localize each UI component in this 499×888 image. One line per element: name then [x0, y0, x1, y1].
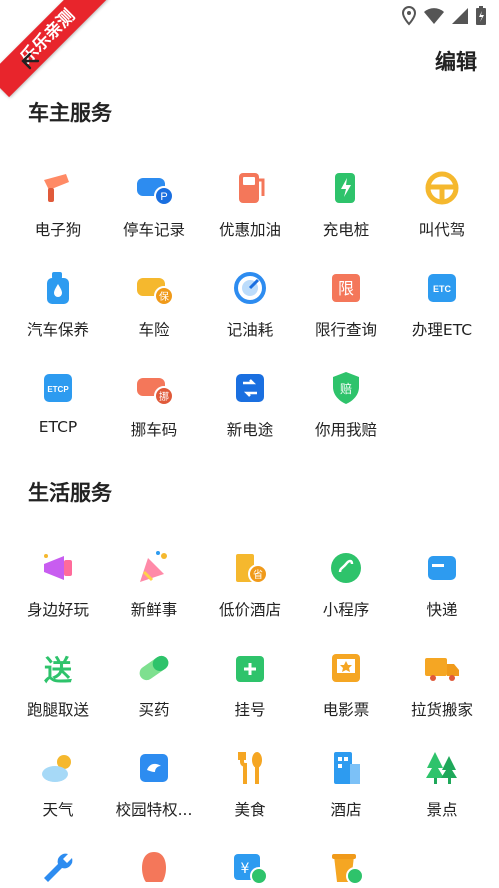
service-item[interactable]: 挂号: [202, 648, 298, 720]
service-item[interactable]: 充电桩: [298, 168, 394, 240]
pill-icon: [139, 655, 169, 681]
speed-camera-icon: [44, 174, 69, 202]
service-item[interactable]: 送 跑腿取送: [10, 648, 106, 720]
service-item[interactable]: 记油耗: [202, 268, 298, 340]
mini-program-icon: [331, 553, 361, 583]
campus-icon: [140, 754, 168, 782]
section-title-life-services: 生活服务: [28, 481, 112, 505]
weather-icon: [42, 755, 71, 782]
service-item[interactable]: ¥: [202, 848, 298, 888]
back-arrow-icon[interactable]: [16, 48, 46, 74]
wifi-icon: [424, 8, 444, 24]
fuel-pump-icon: [239, 173, 265, 203]
location-icon: [401, 6, 417, 26]
movie-ticket-icon: [332, 654, 360, 682]
service-item[interactable]: 电影票: [298, 648, 394, 720]
svg-text:省: 省: [253, 568, 263, 581]
truck-icon: [425, 658, 459, 681]
hotel-discount-icon: 省: [236, 554, 268, 584]
charging-pile-icon: [335, 173, 355, 203]
new-charging-icon: [236, 374, 264, 402]
parking-record-icon: P: [137, 178, 174, 206]
service-item[interactable]: 新鲜事: [106, 548, 202, 620]
trees-icon: [426, 752, 457, 784]
service-item[interactable]: 身边好玩: [10, 548, 106, 620]
party-popper-icon: [140, 551, 167, 582]
etcp-icon: ETCP: [44, 374, 72, 402]
service-item[interactable]: 叫代驾: [394, 168, 490, 240]
compensation-shield-icon: 赔: [333, 372, 359, 404]
service-item[interactable]: 天气: [10, 748, 106, 820]
service-item[interactable]: 赔 你用我赔: [298, 368, 394, 440]
svg-text:挪: 挪: [159, 390, 169, 403]
steering-wheel-icon: [425, 171, 459, 205]
service-item[interactable]: 优惠加油: [202, 168, 298, 240]
car-insurance-icon: 保: [137, 278, 174, 306]
service-item[interactable]: 酒店: [298, 748, 394, 820]
service-item[interactable]: 美食: [202, 748, 298, 820]
service-item[interactable]: ETC 办理ETC: [394, 268, 490, 340]
service-item[interactable]: 电子狗: [10, 168, 106, 240]
service-item[interactable]: P 停车记录: [106, 168, 202, 240]
service-item[interactable]: 保 车险: [106, 268, 202, 340]
express-card-icon: [428, 556, 456, 580]
svg-text:¥: ¥: [241, 861, 250, 877]
svg-text:赔: 赔: [340, 381, 352, 396]
section-title-car-services: 车主服务: [28, 101, 112, 125]
money-link-icon: ¥: [234, 854, 268, 885]
service-item[interactable]: 省 低价酒店: [202, 548, 298, 620]
megaphone-icon: [44, 554, 72, 580]
service-item[interactable]: 挪 挪车码: [106, 368, 202, 440]
service-item[interactable]: 拉货搬家: [394, 648, 490, 720]
svg-text:ETCP: ETCP: [47, 385, 69, 394]
cutlery-icon: [238, 752, 262, 784]
building-icon: [334, 752, 360, 784]
move-car-icon: 挪: [137, 378, 174, 406]
oil-bottle-icon: [47, 272, 69, 304]
service-item[interactable]: [106, 848, 202, 888]
svg-text:P: P: [160, 191, 167, 203]
service-item[interactable]: 小程序: [298, 548, 394, 620]
service-item[interactable]: 买药: [106, 648, 202, 720]
svg-text:送: 送: [44, 654, 72, 687]
service-item[interactable]: [298, 848, 394, 888]
edit-button[interactable]: 编辑: [435, 46, 477, 76]
service-item[interactable]: 快递: [394, 548, 490, 620]
svg-text:限: 限: [338, 279, 354, 298]
service-item[interactable]: 景点: [394, 748, 490, 820]
top-bar: 编辑: [0, 42, 499, 78]
service-item[interactable]: 限 限行查询: [298, 268, 394, 340]
service-item[interactable]: 校园特权...: [106, 748, 202, 820]
service-item[interactable]: 汽车保养: [10, 268, 106, 340]
drink-link-icon: [332, 854, 364, 885]
errand-icon: 送: [44, 654, 72, 687]
signal-icon: [452, 8, 468, 24]
service-item[interactable]: ETCP ETCP: [10, 368, 106, 436]
svg-text:ETC: ETC: [433, 284, 452, 294]
restriction-icon: 限: [332, 274, 360, 302]
hair-icon: [142, 852, 166, 882]
calendar-plus-icon: [236, 656, 264, 682]
service-item[interactable]: [10, 848, 106, 888]
wrench-icon: [44, 853, 73, 882]
service-item[interactable]: 新电途: [202, 368, 298, 440]
etc-card-icon: ETC: [428, 274, 456, 302]
gauge-icon: [234, 272, 266, 304]
svg-text:保: 保: [159, 290, 169, 303]
battery-icon: [476, 6, 486, 25]
